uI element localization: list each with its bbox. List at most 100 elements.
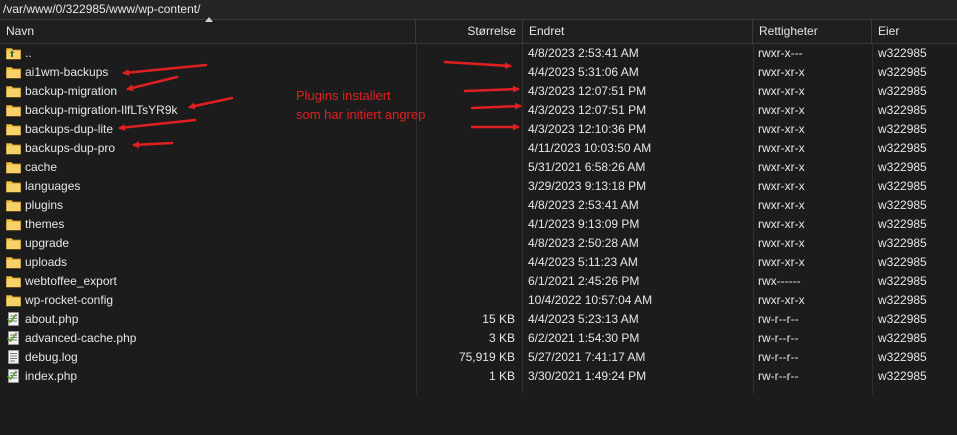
file-name: cache xyxy=(25,160,58,174)
file-size xyxy=(416,101,515,120)
file-name: debug.log xyxy=(25,350,78,364)
file-modified: 6/2/2021 1:54:30 PM xyxy=(528,331,640,345)
file-size xyxy=(416,215,515,234)
file-row[interactable]: advanced-cache.php 3 KB 6/2/2021 1:54:30 P… xyxy=(0,329,957,348)
file-row[interactable]: backup-migration 4/3/2023 12:07:51 PM rwxr… xyxy=(0,82,957,101)
file-name: themes xyxy=(25,217,65,231)
file-modified: 4/8/2023 2:50:28 AM xyxy=(528,236,639,250)
file-size xyxy=(416,253,515,272)
file-name: webtoffee_export xyxy=(25,274,117,288)
column-modified-header[interactable]: Endret xyxy=(523,20,753,43)
file-row[interactable]: ai1wm-backups 4/4/2023 5:31:06 AM rwxr-xr-… xyxy=(0,63,957,82)
file-row[interactable]: cache 5/31/2021 6:58:26 AM rwxr-xr-x w32298… xyxy=(0,158,957,177)
file-size xyxy=(416,291,515,310)
file-row[interactable]: backup-migration-IlfLTsYR9k 4/3/2023 12:0… xyxy=(0,101,957,120)
file-owner: w322985 xyxy=(878,179,927,193)
file-owner: w322985 xyxy=(878,198,927,212)
file-modified: 6/1/2021 2:45:26 PM xyxy=(528,274,640,288)
file-owner: w322985 xyxy=(878,369,927,383)
file-size xyxy=(416,177,515,196)
file-size xyxy=(416,44,515,63)
file-permissions: rwxr-x--- xyxy=(758,46,803,60)
file-name: languages xyxy=(25,179,81,193)
file-name: wp-rocket-config xyxy=(25,293,114,307)
file-row[interactable]: about.php 15 KB 4/4/2023 5:23:13 AM rw-r--r… xyxy=(0,310,957,329)
file-permissions: rwxr-xr-x xyxy=(758,141,805,155)
file-size: 15 KB xyxy=(482,312,515,326)
file-size xyxy=(416,272,515,291)
file-owner: w322985 xyxy=(878,65,927,79)
column-name-label: Navn xyxy=(6,24,35,38)
file-name: uploads xyxy=(25,255,68,269)
file-owner: w322985 xyxy=(878,331,927,345)
file-row[interactable]: languages 3/29/2023 9:13:18 PM rwxr-xr-x w3… xyxy=(0,177,957,196)
file-size: 1 KB xyxy=(488,369,515,383)
file-owner: w322985 xyxy=(878,350,927,364)
file-row[interactable]: backups-dup-pro 4/11/2023 10:03:50 AM rwxr… xyxy=(0,139,957,158)
file-row[interactable]: uploads 4/4/2023 5:11:23 AM rwxr-xr-x w3229… xyxy=(0,253,957,272)
file-permissions: rw-r--r-- xyxy=(758,331,799,345)
file-owner: w322985 xyxy=(878,103,927,117)
file-modified: 4/11/2023 10:03:50 AM xyxy=(528,141,652,155)
file-name: plugins xyxy=(25,198,64,212)
file-permissions: rwx------ xyxy=(758,274,801,288)
file-row[interactable]: backups-dup-lite 4/3/2023 12:10:36 PM rwxr… xyxy=(0,120,957,139)
file-name: ai1wm-backups xyxy=(25,65,109,79)
file-permissions: rwxr-xr-x xyxy=(758,122,805,136)
file-permissions: rw-r--r-- xyxy=(758,312,799,326)
file-modified: 4/4/2023 5:23:13 AM xyxy=(528,312,639,326)
file-permissions: rwxr-xr-x xyxy=(758,84,805,98)
file-owner: w322985 xyxy=(878,255,927,269)
file-row[interactable]: .. 4/8/2023 2:53:41 AM rwxr-x--- w322985 xyxy=(0,44,957,63)
file-modified: 4/4/2023 5:31:06 AM xyxy=(528,65,639,79)
file-owner: w322985 xyxy=(878,46,927,60)
column-size-header[interactable]: Størrelse xyxy=(416,20,523,43)
file-owner: w322985 xyxy=(878,160,927,174)
file-modified: 4/3/2023 12:07:51 PM xyxy=(528,84,647,98)
file-size xyxy=(416,196,515,215)
column-permissions-header[interactable]: Rettigheter xyxy=(753,20,872,43)
file-size xyxy=(416,139,515,158)
file-row[interactable]: index.php 1 KB 3/30/2021 1:49:24 PM rw-r--r… xyxy=(0,367,957,386)
file-owner: w322985 xyxy=(878,84,927,98)
column-name-header[interactable]: Navn xyxy=(0,17,416,43)
file-row[interactable]: wp-rocket-config 10/4/2022 10:57:04 AM rwx… xyxy=(0,291,957,310)
file-size xyxy=(416,82,515,101)
file-modified: 4/8/2023 2:53:41 AM xyxy=(528,46,639,60)
file-row[interactable]: debug.log 75,919 KB 5/27/2021 7:41:17 AM rw… xyxy=(0,348,957,367)
column-owner-label: Eier xyxy=(878,24,900,38)
file-permissions: rwxr-xr-x xyxy=(758,293,805,307)
file-row[interactable]: plugins 4/8/2023 2:53:41 AM rwxr-xr-x w3229… xyxy=(0,196,957,215)
file-owner: w322985 xyxy=(878,122,927,136)
column-size-label: Størrelse xyxy=(467,24,516,38)
file-permissions: rw-r--r-- xyxy=(758,350,799,364)
file-size: 3 KB xyxy=(488,331,515,345)
file-permissions: rwxr-xr-x xyxy=(758,65,805,79)
annotation-line1: Plugins installert xyxy=(296,88,391,103)
file-owner: w322985 xyxy=(878,274,927,288)
column-permissions-label: Rettigheter xyxy=(759,24,818,38)
file-name: upgrade xyxy=(25,236,70,250)
path-bar[interactable]: /var/www/0/322985/www/wp-content/ xyxy=(0,0,957,20)
file-size xyxy=(416,158,515,177)
file-owner: w322985 xyxy=(878,217,927,231)
column-owner-header[interactable]: Eier xyxy=(872,20,957,43)
file-name: backups-dup-pro xyxy=(25,141,116,155)
file-modified: 4/3/2023 12:07:51 PM xyxy=(528,103,647,117)
file-name: backup-migration-IlfLTsYR9k xyxy=(25,103,178,117)
file-modified: 4/4/2023 5:11:23 AM xyxy=(528,255,638,269)
file-modified: 5/27/2021 7:41:17 AM xyxy=(528,350,646,364)
file-size: 75,919 KB xyxy=(458,350,515,364)
file-row[interactable]: upgrade 4/8/2023 2:50:28 AM rwxr-xr-x w3229… xyxy=(0,234,957,253)
file-permissions: rwxr-xr-x xyxy=(758,198,805,212)
file-name: index.php xyxy=(25,369,78,383)
file-modified: 4/3/2023 12:10:36 PM xyxy=(528,122,647,136)
file-size xyxy=(416,120,515,139)
file-permissions: rwxr-xr-x xyxy=(758,255,805,269)
file-row[interactable]: webtoffee_export 6/1/2021 2:45:26 PM rwx--… xyxy=(0,272,957,291)
file-name: advanced-cache.php xyxy=(25,331,137,345)
file-row[interactable]: themes 4/1/2023 9:13:09 PM rwxr-xr-x w32298… xyxy=(0,215,957,234)
file-permissions: rw-r--r-- xyxy=(758,369,799,383)
file-permissions: rwxr-xr-x xyxy=(758,160,805,174)
file-modified: 3/29/2023 9:13:18 PM xyxy=(528,179,647,193)
